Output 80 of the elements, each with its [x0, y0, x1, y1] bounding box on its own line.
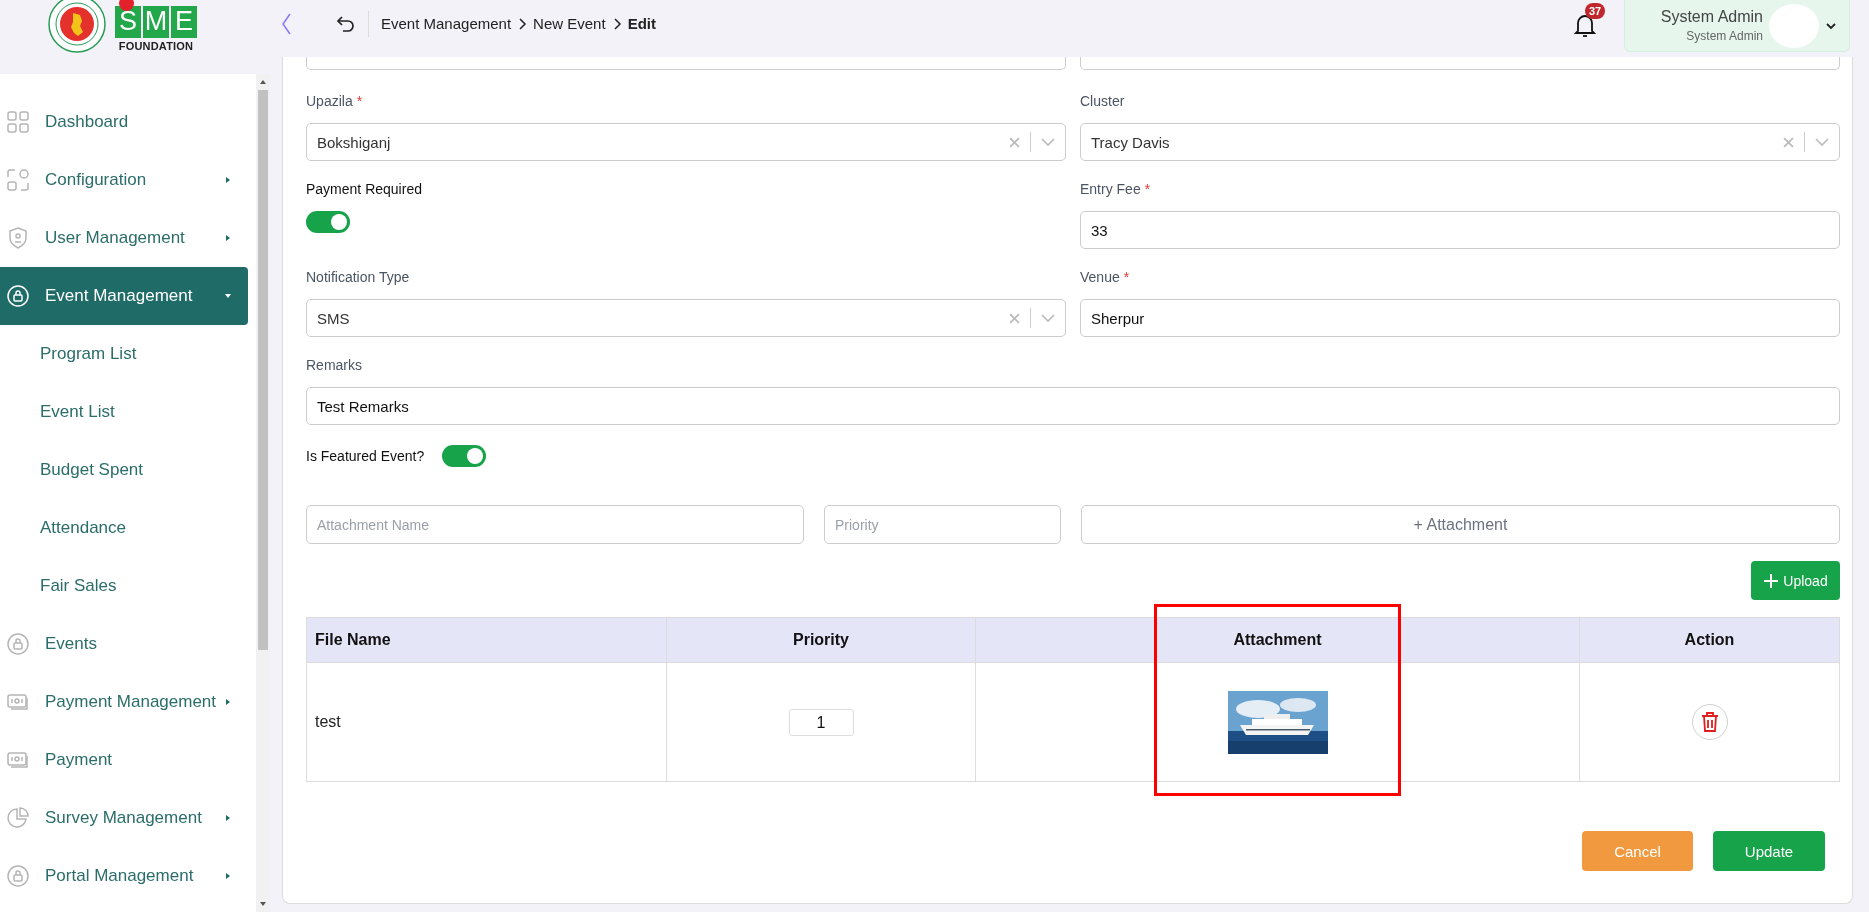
dropdown-field[interactable]: Tracy Davis: [1080, 123, 1840, 161]
lock-icon: [6, 284, 30, 308]
lock-icon: [6, 632, 30, 656]
chevron-down-icon[interactable]: [1825, 20, 1837, 31]
field-label: Is Featured Event?: [306, 448, 425, 464]
lock-icon: [6, 864, 30, 888]
sidebar-item[interactable]: Dashboard: [0, 93, 248, 151]
text-field[interactable]: 33: [1080, 211, 1840, 249]
breadcrumb-item[interactable]: New Event: [533, 15, 606, 32]
dropdown-field[interactable]: SMS: [306, 299, 1066, 337]
logo-letter: E: [171, 5, 197, 38]
user-name: System Admin: [1660, 8, 1763, 26]
arrow-down-icon[interactable]: [259, 901, 267, 907]
text-field[interactable]: Test Remarks: [306, 387, 1840, 425]
sidebar-subitem[interactable]: Fair Sales: [0, 557, 256, 615]
field-label: Entry Fee: [1080, 181, 1141, 197]
column-header: Attachment: [975, 617, 1580, 663]
sidebar-item[interactable]: Event Management: [0, 267, 248, 325]
user-role: System Admin: [1686, 29, 1763, 43]
table-cell: test: [306, 662, 667, 782]
plus-icon: [1763, 572, 1780, 589]
sidebar-item[interactable]: Portal Management: [0, 847, 248, 905]
field-label: Notification Type: [306, 269, 410, 285]
sidebar-item[interactable]: Configuration: [0, 151, 248, 209]
squares-icon: [6, 168, 30, 192]
arrow-up-icon[interactable]: [259, 79, 267, 85]
priority-value: 1: [788, 708, 854, 736]
upload-button[interactable]: Upload: [1751, 561, 1840, 600]
clear-icon[interactable]: [1009, 136, 1020, 148]
collapse-icon[interactable]: [280, 12, 292, 35]
grid-icon: [6, 110, 30, 134]
required-asterisk: *: [356, 93, 363, 109]
avatar: [1769, 3, 1819, 48]
column-header: File Name: [306, 617, 667, 663]
notification-badge: 37: [1585, 2, 1606, 19]
clear-icon[interactable]: [1009, 312, 1020, 324]
field-label: Cluster: [1080, 93, 1125, 109]
delete-button[interactable]: [1691, 704, 1728, 740]
field-label: Upazila: [306, 93, 353, 109]
sidebar-item[interactable]: Survey Management: [0, 789, 248, 847]
logo-dot: [119, 0, 134, 11]
logo-caption: FOUNDATION: [118, 39, 194, 52]
dropdown-field[interactable]: Bokshiganj: [306, 123, 1066, 161]
clear-icon[interactable]: [1783, 136, 1794, 148]
sidebar-item[interactable]: Events: [0, 615, 248, 673]
sidebar-subitem[interactable]: Budget Spent: [0, 441, 256, 499]
required-asterisk: *: [1123, 269, 1130, 285]
scrollbar[interactable]: [256, 74, 270, 912]
add-attachment-button[interactable]: + Attachment: [1081, 505, 1840, 544]
field-label: Venue: [1080, 269, 1120, 285]
chevron-right-icon: [517, 17, 528, 30]
sidebar-subitem[interactable]: Attendance: [0, 499, 256, 557]
trash-icon: [1699, 711, 1720, 733]
sidebar-item[interactable]: Payment: [0, 731, 248, 789]
sidebar-item[interactable]: Payment Management: [0, 673, 248, 731]
toggle-switch[interactable]: [306, 211, 350, 233]
field-label: Payment Required: [306, 181, 422, 197]
column-header: Priority: [666, 617, 976, 663]
dropdown-field[interactable]: [1080, 57, 1840, 70]
logo-letter: M: [143, 5, 169, 38]
priority-field[interactable]: Priority: [824, 505, 1061, 544]
pie-chart-icon: [6, 806, 30, 830]
breadcrumb-item: Edit: [627, 15, 656, 32]
sidebar-item[interactable]: User Management: [0, 209, 248, 267]
toggle-switch[interactable]: [442, 445, 487, 467]
sidebar-subitem[interactable]: Program List: [0, 325, 256, 383]
dropdown-field[interactable]: [306, 57, 1066, 70]
sidebar-subitem[interactable]: Event List: [0, 383, 256, 441]
attachment-name-field[interactable]: Attachment Name: [306, 505, 804, 544]
shield-icon: [6, 226, 30, 250]
text-field[interactable]: Sherpur: [1080, 299, 1840, 337]
user-menu[interactable]: System Admin System Admin: [1624, 0, 1850, 52]
chevron-right-icon: [611, 17, 622, 30]
breadcrumb-item[interactable]: Event Management: [381, 15, 512, 32]
emblem-logo: [47, 0, 107, 54]
field-label: Remarks: [306, 357, 362, 373]
column-header: Action: [1579, 617, 1840, 663]
update-button[interactable]: Update: [1713, 831, 1825, 871]
back-icon[interactable]: [336, 13, 356, 34]
required-asterisk: *: [1144, 181, 1151, 197]
